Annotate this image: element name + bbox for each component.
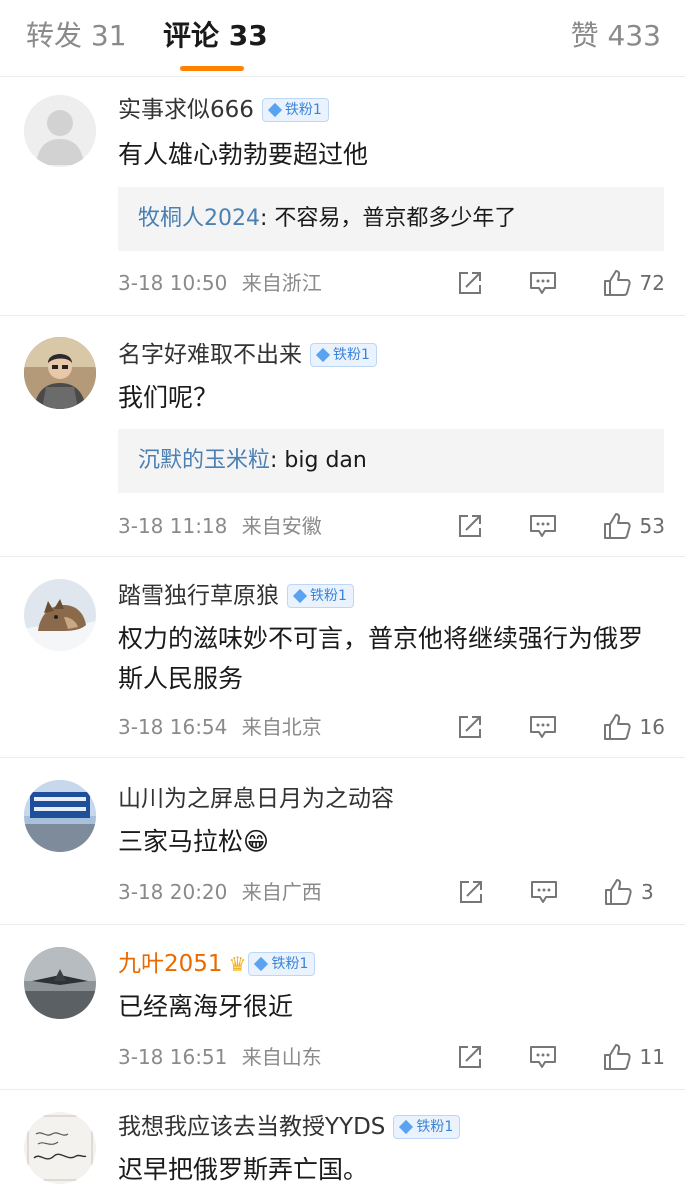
share-icon[interactable] xyxy=(456,512,484,540)
comment-text: 我们呢？ xyxy=(118,383,219,412)
comment-time: 3-18 16:54 xyxy=(118,715,228,739)
comment-time: 3-18 20:20 xyxy=(118,880,228,904)
comment-text: 有人雄心勃勃要超过他 xyxy=(118,140,369,169)
like-icon[interactable] xyxy=(602,511,632,541)
tab-likes[interactable]: 赞 433 xyxy=(571,18,661,54)
avatar[interactable] xyxy=(24,579,96,651)
comment-location: 来自山东 xyxy=(241,1045,322,1069)
handwriting-avatar xyxy=(24,1112,96,1184)
comment-meta: 3-18 16:51 来自山东 xyxy=(118,1043,322,1071)
default-avatar-icon xyxy=(24,95,96,167)
comment-username[interactable]: 踏雪独行草原狼 xyxy=(118,581,279,611)
comment-item: 我想我应该去当教授YYDS 铁粉1 迟早把俄罗斯弄亡国。 xyxy=(0,1090,685,1200)
avatar[interactable] xyxy=(24,1112,96,1184)
comment-icon[interactable] xyxy=(528,1043,558,1071)
wolf-avatar xyxy=(24,579,96,651)
comment-time: 3-18 16:51 xyxy=(118,1045,228,1069)
tab-reposts[interactable]: 转发 31 xyxy=(26,18,127,54)
comment-item: 名字好难取不出来 铁粉1 我们呢？ 沉默的玉米粒: big dan 3-18 1… xyxy=(0,316,685,557)
like-count: 11 xyxy=(639,1045,665,1069)
comment-text: 已经离海牙很近 xyxy=(118,992,294,1021)
comment-tabs: 转发 31 评论 33 赞 433 xyxy=(0,0,685,77)
reply-preview[interactable]: 沉默的玉米粒: big dan xyxy=(118,429,664,493)
like-icon[interactable] xyxy=(602,712,632,742)
crown-icon: ♛ xyxy=(228,952,247,976)
like-icon[interactable] xyxy=(602,268,632,298)
comment-meta: 3-18 16:54 来自北京 xyxy=(118,713,322,741)
avatar[interactable] xyxy=(24,947,96,1019)
comment-location: 来自浙江 xyxy=(241,271,322,295)
comment-icon[interactable] xyxy=(528,512,558,540)
comment-username[interactable]: 九叶2051 xyxy=(118,949,223,979)
diamond-icon xyxy=(315,347,331,363)
fan-badge: 铁粉1 xyxy=(261,98,329,122)
comment-item: 实事求似666 铁粉1 有人雄心勃勃要超过他 牧桐人2024: 不容易，普京都多… xyxy=(0,77,685,316)
comment-text: 权力的滋味妙不可言，普京他将继续强行为俄罗斯人民服务 xyxy=(118,624,644,693)
comment-username[interactable]: 我想我应该去当教授YYDS xyxy=(118,1112,385,1142)
comment-item: 九叶2051 ♛ 铁粉1 已经离海牙很近 3-18 16:51 来自山东 11 xyxy=(0,925,685,1090)
share-icon[interactable] xyxy=(456,269,484,297)
comment-username-row: 踏雪独行草原狼 铁粉1 xyxy=(118,581,354,611)
comment-actions: 72 xyxy=(456,268,665,298)
avatar[interactable] xyxy=(24,337,96,409)
jet-avatar xyxy=(24,947,96,1019)
comment-actions: 53 xyxy=(456,511,665,541)
comment-meta: 3-18 10:50 来自浙江 xyxy=(118,269,322,297)
share-icon[interactable] xyxy=(457,878,485,906)
like-count: 72 xyxy=(639,271,665,295)
comment-username-row: 山川为之屏息日月为之动容 xyxy=(118,784,394,814)
avatar[interactable] xyxy=(24,95,96,167)
comment-text: 迟早把俄罗斯弄亡国。 xyxy=(118,1155,369,1184)
diamond-icon xyxy=(292,588,308,604)
reply-text: : 不容易，普京都多少年了 xyxy=(260,206,517,231)
reply-preview[interactable]: 牧桐人2024: 不容易，普京都多少年了 xyxy=(118,187,664,251)
comment-location: 来自安徽 xyxy=(241,514,322,538)
comment-username-row: 名字好难取不出来 铁粉1 xyxy=(118,340,377,370)
comment-time: 3-18 10:50 xyxy=(118,271,228,295)
image-avatar xyxy=(24,780,96,852)
comment-username-row: 实事求似666 铁粉1 xyxy=(118,95,329,125)
comment-text: 三家马拉松😁 xyxy=(118,827,270,856)
fan-badge: 铁粉1 xyxy=(287,584,354,608)
comment-username[interactable]: 山川为之屏息日月为之动容 xyxy=(118,784,394,814)
comment-username[interactable]: 名字好难取不出来 xyxy=(118,340,302,370)
comment-actions: 3 xyxy=(457,877,665,907)
comment-actions: 11 xyxy=(456,1042,665,1072)
like-count: 53 xyxy=(639,514,665,538)
share-icon[interactable] xyxy=(456,1043,484,1071)
fan-badge: 铁粉1 xyxy=(393,1115,461,1139)
comment-meta: 3-18 11:18 来自安徽 xyxy=(118,512,322,540)
comment-item: 踏雪独行草原狼 铁粉1 权力的滋味妙不可言，普京他将继续强行为俄罗斯人民服务 3… xyxy=(0,557,685,758)
comment-actions: 16 xyxy=(456,712,665,742)
reply-text: : big dan xyxy=(270,448,367,473)
comment-location: 来自北京 xyxy=(241,715,322,739)
comment-icon[interactable] xyxy=(529,878,559,906)
tab-comments[interactable]: 评论 33 xyxy=(163,18,268,54)
fan-badge: 铁粉1 xyxy=(310,343,377,367)
share-icon[interactable] xyxy=(456,713,484,741)
user-photo-avatar xyxy=(24,337,96,409)
like-icon[interactable] xyxy=(602,1042,632,1072)
like-count: 3 xyxy=(641,880,654,904)
avatar[interactable] xyxy=(24,780,96,852)
comment-icon[interactable] xyxy=(528,713,558,741)
comment-username-row: 我想我应该去当教授YYDS 铁粉1 xyxy=(118,1112,461,1142)
diamond-icon xyxy=(254,956,269,972)
reply-username[interactable]: 牧桐人2024 xyxy=(138,206,260,231)
like-count: 16 xyxy=(639,715,665,739)
comment-time: 3-18 11:18 xyxy=(118,514,228,538)
comment-meta: 3-18 20:20 来自广西 xyxy=(118,878,322,906)
like-icon[interactable] xyxy=(603,877,633,907)
comment-username-row: 九叶2051 ♛ 铁粉1 xyxy=(118,949,316,979)
diamond-icon xyxy=(267,102,282,118)
reply-username[interactable]: 沉默的玉米粒 xyxy=(138,448,270,473)
diamond-icon xyxy=(399,1119,414,1135)
active-tab-indicator xyxy=(180,66,244,71)
comment-username[interactable]: 实事求似666 xyxy=(118,95,254,125)
comment-location: 来自广西 xyxy=(241,880,322,904)
fan-badge: 铁粉1 xyxy=(248,952,316,976)
comment-icon[interactable] xyxy=(528,269,558,297)
comment-item: 山川为之屏息日月为之动容 三家马拉松😁 3-18 20:20 来自广西 3 xyxy=(0,758,685,925)
